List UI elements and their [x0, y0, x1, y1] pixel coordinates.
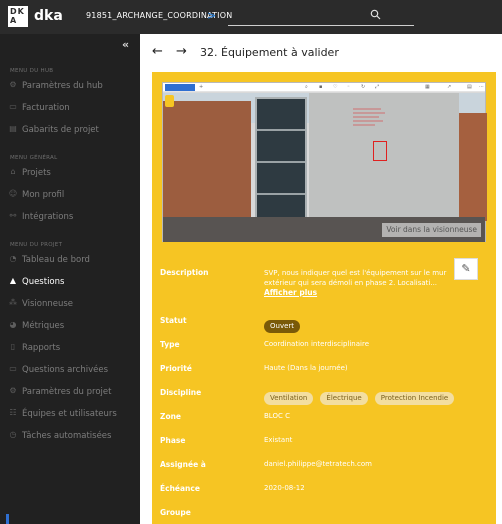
top-bar: DK A dka 91851_ARCHANGE_COORDINATION >	[0, 0, 502, 34]
print-icon[interactable]: ▤	[467, 84, 472, 90]
grid-icon[interactable]: ▦	[425, 84, 430, 90]
main-content: ← → 32. Équipement à valider + ⌕ ▪ ♡ ◦ ↻…	[140, 34, 502, 524]
heart-icon[interactable]: ♡	[333, 84, 337, 90]
sidebar-item-questions[interactable]: ▲ Questions	[0, 272, 140, 294]
discipline-tag[interactable]: Électrique	[320, 392, 368, 405]
user-icon: ☺	[8, 189, 18, 198]
chevron-right-icon[interactable]: >	[207, 9, 216, 22]
sidebar-item-profile[interactable]: ☺ Mon profil	[0, 185, 140, 207]
photo-window	[255, 97, 307, 221]
photo-brick-wall-right	[459, 113, 487, 221]
sidebar-item-archived-questions[interactable]: ▭ Questions archivées	[0, 360, 140, 382]
collapse-sidebar-icon[interactable]: «	[122, 38, 129, 51]
photo-brick-wall	[163, 101, 251, 221]
description-value: SVP, nous indiquer quel est l'équipement…	[264, 269, 447, 287]
viewer-icon: ⁂	[9, 298, 17, 307]
gear-icon: ⚙	[9, 386, 17, 395]
card-icon: ▭	[9, 102, 17, 111]
view-in-viewer-button[interactable]: Voir dans la visionneuse	[382, 223, 481, 237]
zoom-icon[interactable]: ⌕	[305, 84, 308, 90]
share-icon[interactable]: ↗	[447, 84, 451, 90]
delete-icon[interactable]: ▪	[319, 84, 322, 90]
sidebar-item-project-templates[interactable]: ▤ Gabarits de projet	[0, 120, 140, 142]
location-marker-icon[interactable]	[165, 95, 174, 107]
search-icon[interactable]	[370, 9, 381, 23]
sidebar-item-viewer[interactable]: ⁂ Visionneuse	[0, 294, 140, 316]
markup-rectangle	[373, 141, 387, 161]
more-icon[interactable]: ⋯	[479, 84, 484, 90]
pin-icon[interactable]: ◦	[347, 84, 350, 90]
markup-annotation	[353, 107, 391, 129]
report-icon: ▯	[10, 342, 16, 351]
clock-icon: ◷	[9, 430, 17, 439]
sidebar-item-dashboard[interactable]: ◔ Tableau de bord	[0, 250, 140, 272]
sidebar-item-hub-settings[interactable]: ⚙ Paramètres du hub	[0, 76, 140, 98]
sidebar-item-teams-users[interactable]: ☷ Équipes et utilisateurs	[0, 404, 140, 426]
scroll-indicator	[6, 514, 9, 524]
gear-icon: ⚙	[9, 80, 17, 89]
template-icon: ▤	[9, 124, 17, 133]
back-arrow-icon[interactable]: ←	[152, 44, 163, 59]
search-input[interactable]	[228, 25, 414, 26]
sidebar-item-project-settings[interactable]: ⚙ Paramètres du projet	[0, 382, 140, 404]
forward-arrow-icon[interactable]: →	[176, 44, 187, 59]
dka-logo[interactable]: DK A	[8, 6, 28, 27]
refresh-icon[interactable]: ↻	[361, 84, 365, 90]
sidebar: « MENU DU HUB ⚙ Paramètres du hub ▭ Fact…	[0, 34, 140, 524]
dashboard-icon: ◔	[9, 254, 17, 263]
plug-icon: ⚯	[9, 211, 17, 220]
show-more-link[interactable]: Afficher plus	[264, 288, 454, 298]
viewer-snapshot[interactable]: + ⌕ ▪ ♡ ◦ ↻ ⤢ ▦ ↗ ▤ ⋯ Voir dans la visio…	[162, 82, 487, 242]
home-icon: ⌂	[10, 167, 16, 176]
sidebar-item-projects[interactable]: ⌂ Projets	[0, 163, 140, 185]
status-badge[interactable]: Ouvert	[264, 320, 301, 333]
expand-icon[interactable]: ⤢	[375, 84, 379, 90]
brand-name: dka	[34, 8, 63, 24]
description-label: Description	[160, 268, 209, 277]
warning-icon: ▲	[9, 276, 17, 285]
sidebar-item-integrations[interactable]: ⚯ Intégrations	[0, 207, 140, 229]
discipline-tag[interactable]: Ventilation	[264, 392, 314, 405]
section-hub: MENU DU HUB	[10, 68, 54, 74]
archive-icon: ▭	[9, 364, 17, 373]
team-icon: ☷	[9, 408, 17, 417]
section-general: MENU GÉNÉRAL	[10, 155, 58, 161]
pie-chart-icon: ◕	[9, 320, 17, 329]
section-project: MENU DU PROJET	[10, 242, 63, 248]
plus-icon[interactable]: +	[199, 84, 203, 90]
page-title: 32. Équipement à valider	[200, 46, 339, 59]
edit-icon[interactable]: ✎	[454, 258, 478, 280]
sidebar-item-reports[interactable]: ▯ Rapports	[0, 338, 140, 360]
viewer-toolbar: + ⌕ ▪ ♡ ◦ ↻ ⤢ ▦ ↗ ▤ ⋯	[163, 83, 485, 92]
discipline-tag[interactable]: Protection Incendie	[374, 392, 455, 405]
viewer-toolbar-button[interactable]	[165, 84, 195, 91]
sidebar-item-automated-tasks[interactable]: ◷ Tâches automatisées	[0, 426, 140, 448]
sidebar-item-metrics[interactable]: ◕ Métriques	[0, 316, 140, 338]
question-detail-panel: + ⌕ ▪ ♡ ◦ ↻ ⤢ ▦ ↗ ▤ ⋯ Voir dans la visio…	[152, 72, 496, 524]
sidebar-item-billing[interactable]: ▭ Facturation	[0, 98, 140, 120]
